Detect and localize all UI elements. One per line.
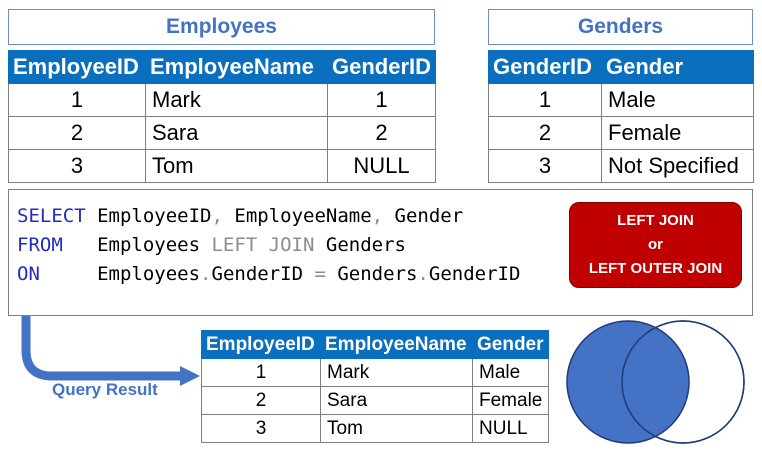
- cell: Female: [472, 386, 549, 415]
- cell: NULL: [472, 414, 549, 443]
- result-arrow-icon: [21, 316, 182, 381]
- cell: Mark: [320, 358, 473, 387]
- header-employeeid: EmployeeID: [201, 330, 321, 359]
- header-gender: Gender: [472, 330, 549, 359]
- arrow-head-icon: [180, 366, 200, 386]
- query-result-label: Query Result: [52, 380, 158, 399]
- cell: 2: [201, 386, 321, 415]
- cell: Tom: [320, 414, 473, 443]
- table-row: 2 Sara Female: [201, 386, 549, 415]
- cell: 3: [201, 414, 321, 443]
- cell: 1: [201, 358, 321, 387]
- table-row: 3 Tom NULL: [201, 414, 549, 443]
- result-header-row: EmployeeID EmployeeName Gender: [201, 330, 549, 359]
- venn-circle-left: [566, 320, 690, 444]
- cell: Sara: [320, 386, 473, 415]
- result-table: EmployeeID EmployeeName Gender 1 Mark Ma…: [201, 330, 549, 443]
- cell: Male: [472, 358, 549, 387]
- table-row: 1 Mark Male: [201, 358, 549, 387]
- header-employeename: EmployeeName: [320, 330, 473, 359]
